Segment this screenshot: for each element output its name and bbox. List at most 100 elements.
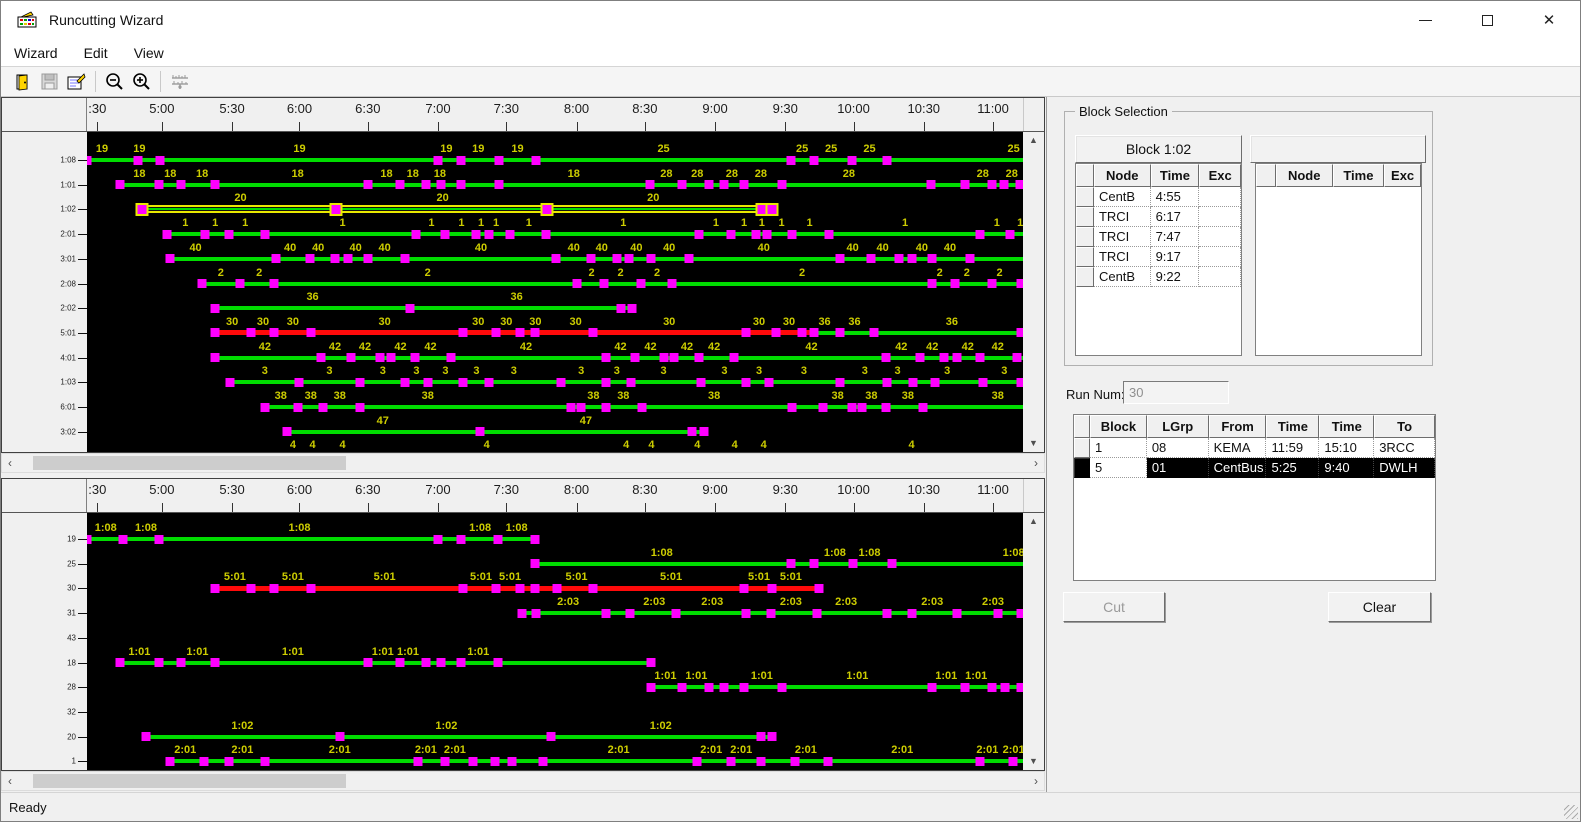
trip-marker[interactable]	[777, 683, 786, 692]
table-cell[interactable]: 3RCC	[1374, 438, 1435, 458]
trip-marker[interactable]	[459, 328, 468, 337]
trip-marker[interactable]	[668, 279, 677, 288]
vertical-scrollbar[interactable]: ▲ ▼	[1023, 513, 1044, 770]
gantt-line-segment[interactable]	[287, 430, 704, 434]
trip-marker[interactable]	[493, 535, 502, 544]
trip-marker[interactable]	[472, 230, 481, 239]
trip-marker[interactable]	[551, 254, 560, 263]
trip-marker[interactable]	[246, 328, 255, 337]
trip-marker[interactable]	[790, 757, 799, 766]
trip-marker[interactable]	[766, 203, 779, 216]
trip-marker[interactable]	[810, 156, 819, 165]
trip-marker[interactable]	[1000, 180, 1009, 189]
trip-marker[interactable]	[625, 609, 634, 618]
row-header-cell[interactable]	[1074, 458, 1090, 478]
trip-marker[interactable]	[414, 757, 423, 766]
trip-marker[interactable]	[756, 732, 765, 741]
trip-marker[interactable]	[612, 254, 621, 263]
trip-marker[interactable]	[810, 559, 819, 568]
trip-marker[interactable]	[87, 156, 92, 165]
trip-marker[interactable]	[270, 328, 279, 337]
trip-marker[interactable]	[306, 584, 315, 593]
gantt-line-segment[interactable]	[146, 735, 772, 739]
trip-marker[interactable]	[699, 427, 708, 436]
table-cell[interactable]	[1199, 187, 1241, 207]
run-gantt-plot[interactable]: 1:081:081:081:081:081:081:081:081:085:01…	[87, 513, 1023, 770]
trip-marker[interactable]	[401, 378, 410, 387]
scroll-thumb[interactable]	[33, 456, 346, 470]
table-cell[interactable]: 5	[1090, 458, 1147, 478]
trip-marker[interactable]	[331, 254, 340, 263]
trip-marker[interactable]	[907, 609, 916, 618]
trip-marker[interactable]	[918, 403, 927, 412]
run-gantt-chart[interactable]: :305:005:306:006:307:007:308:008:309:009…	[1, 478, 1045, 771]
trip-marker[interactable]	[988, 683, 997, 692]
table-row[interactable]: 108KEMA11:5915:103RCC	[1074, 438, 1435, 458]
trip-marker[interactable]	[705, 683, 714, 692]
trip-marker[interactable]	[423, 378, 432, 387]
trip-marker[interactable]	[883, 609, 892, 618]
trip-marker[interactable]	[916, 353, 925, 362]
scroll-thumb[interactable]	[33, 774, 346, 788]
trip-marker[interactable]	[115, 180, 124, 189]
trip-marker[interactable]	[577, 403, 586, 412]
horizontal-scrollbar[interactable]: ‹ ›	[1, 771, 1045, 791]
trip-marker[interactable]	[133, 156, 142, 165]
trip-marker[interactable]	[457, 180, 466, 189]
runcut-settings-button[interactable]	[166, 69, 193, 94]
trip-marker[interactable]	[847, 156, 856, 165]
trip-marker[interactable]	[988, 180, 997, 189]
trip-marker[interactable]	[401, 254, 410, 263]
trip-marker[interactable]	[960, 683, 969, 692]
trip-marker[interactable]	[476, 427, 485, 436]
trip-marker[interactable]	[953, 353, 962, 362]
trip-marker[interactable]	[599, 279, 608, 288]
trip-marker[interactable]	[166, 254, 175, 263]
trip-marker[interactable]	[602, 353, 611, 362]
scroll-down-icon[interactable]: ▼	[1029, 753, 1038, 770]
trip-marker[interactable]	[346, 353, 355, 362]
trip-marker[interactable]	[895, 254, 904, 263]
table-cell[interactable]: 6:17	[1151, 207, 1200, 227]
trip-marker[interactable]	[344, 254, 353, 263]
trip-marker[interactable]	[726, 757, 735, 766]
trip-marker[interactable]	[363, 180, 372, 189]
trip-marker[interactable]	[960, 180, 969, 189]
trip-marker[interactable]	[211, 304, 220, 313]
trip-marker[interactable]	[484, 378, 493, 387]
trip-marker[interactable]	[887, 559, 896, 568]
table-row[interactable]: 501CentBus5:259:40DWLH	[1074, 458, 1435, 478]
block-gantt-plot[interactable]: 1919191919192525252525181818181818181828…	[87, 132, 1023, 452]
trip-marker[interactable]	[824, 757, 833, 766]
trip-marker[interactable]	[493, 658, 502, 667]
trip-marker[interactable]	[777, 180, 786, 189]
row-header-cell[interactable]	[1076, 227, 1094, 247]
trip-marker[interactable]	[572, 279, 581, 288]
maximize-button[interactable]	[1456, 1, 1518, 39]
trip-marker[interactable]	[363, 254, 372, 263]
trip-marker[interactable]	[586, 254, 595, 263]
trip-marker[interactable]	[211, 180, 220, 189]
table-row[interactable]: CentB9:22	[1076, 267, 1241, 287]
trip-marker[interactable]	[858, 403, 867, 412]
trip-marker[interactable]	[518, 609, 527, 618]
trip-marker[interactable]	[306, 328, 315, 337]
trip-marker[interactable]	[494, 180, 503, 189]
block-header-button-2[interactable]	[1250, 135, 1426, 163]
trip-marker[interactable]	[768, 732, 777, 741]
gantt-line-segment[interactable]	[167, 232, 1023, 236]
trip-marker[interactable]	[835, 378, 844, 387]
save-button[interactable]	[36, 69, 63, 94]
table-row[interactable]: CentB4:55	[1076, 187, 1241, 207]
trip-marker[interactable]	[740, 584, 749, 593]
trip-marker[interactable]	[810, 328, 819, 337]
trip-marker[interactable]	[552, 584, 561, 593]
trip-marker[interactable]	[156, 156, 165, 165]
trip-marker[interactable]	[589, 584, 598, 593]
trip-marker[interactable]	[556, 378, 565, 387]
trip-marker[interactable]	[825, 230, 834, 239]
trip-marker[interactable]	[412, 230, 421, 239]
table-cell[interactable]: 11:59	[1266, 438, 1319, 458]
trip-marker[interactable]	[491, 757, 500, 766]
trip-marker[interactable]	[741, 609, 750, 618]
